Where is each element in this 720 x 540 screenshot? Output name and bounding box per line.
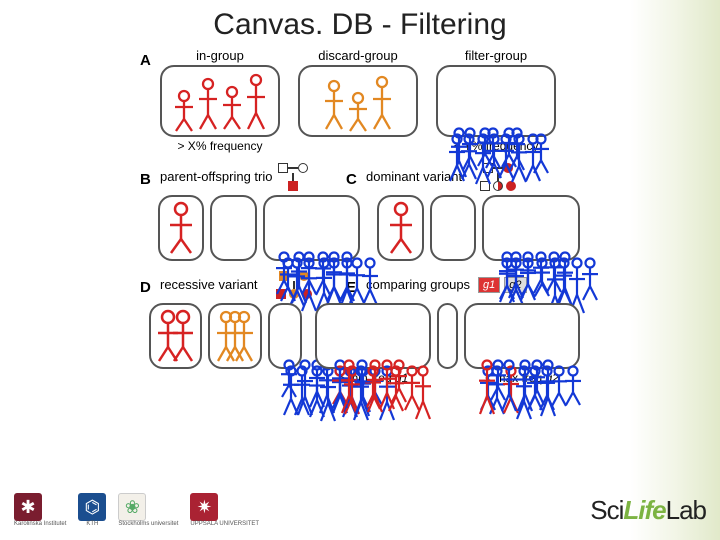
su-label: Stockholms universitet xyxy=(118,521,178,527)
stick-figure xyxy=(371,75,393,133)
stick-figure xyxy=(173,89,195,133)
stick-figure xyxy=(531,133,551,175)
c-filter-box xyxy=(482,195,580,261)
stick-figure xyxy=(413,365,433,421)
pedigree-trio-icon xyxy=(278,163,338,191)
trio-label: parent-offspring trio xyxy=(160,169,278,184)
d-in-box xyxy=(149,303,202,369)
filter-group-box xyxy=(436,65,556,137)
discard-group-label: discard-group xyxy=(318,48,398,63)
scilifelab-logo: SciLifeLab xyxy=(590,495,706,526)
in-group-box xyxy=(160,65,280,137)
panel-label-d: D xyxy=(140,279,154,296)
b-in-box xyxy=(158,195,205,261)
stick-figure xyxy=(168,201,194,257)
comparing-label: comparing groups xyxy=(366,277,478,292)
recessive-label: recessive variant xyxy=(160,277,276,292)
b-filter-box xyxy=(263,195,361,261)
ki-logo-icon: ✱ xyxy=(14,493,42,521)
stick-figure xyxy=(197,77,219,133)
b-discard-box xyxy=(210,195,257,261)
c-in-box xyxy=(377,195,424,261)
panel-label-b: B xyxy=(140,171,154,188)
figure: A in-group > X% frequency discard-group … xyxy=(140,48,580,385)
panel-label-a: A xyxy=(140,52,154,69)
e-g2-box xyxy=(464,303,580,369)
in-group-freq: > X% frequency xyxy=(177,139,262,153)
e-discard-box xyxy=(437,303,458,369)
side-gradient xyxy=(630,0,720,540)
ki-label: Karolinska Institutet xyxy=(14,521,66,527)
footer: ✱Karolinska Institutet ⌬KTH ❀Stockholms … xyxy=(0,486,720,534)
kth-label: KTH xyxy=(78,521,106,527)
uu-logo-icon: ✷ xyxy=(190,493,218,521)
d-filter-box xyxy=(268,303,302,369)
stick-figure xyxy=(507,127,527,172)
uu-label: UPPSALA UNIVERSITET xyxy=(190,521,259,527)
e-g1-box xyxy=(315,303,431,369)
stick-figure xyxy=(221,85,243,133)
page-title: Canvas. DB - Filtering xyxy=(0,8,720,42)
d-discard-box xyxy=(208,303,262,369)
su-logo-icon: ❀ xyxy=(118,493,146,521)
stick-figure xyxy=(555,251,575,308)
panel-label-c: C xyxy=(346,171,360,188)
filter-group-label: filter-group xyxy=(465,48,527,63)
stick-figure xyxy=(580,257,600,302)
stick-figure xyxy=(538,359,558,418)
stick-figure xyxy=(171,309,195,365)
in-group-label: in-group xyxy=(196,48,244,63)
stick-figure xyxy=(233,309,255,365)
stick-figure xyxy=(389,359,409,404)
stick-figure xyxy=(360,257,380,307)
stick-figure xyxy=(563,365,583,407)
stick-figure xyxy=(347,91,369,133)
c-discard-box xyxy=(430,195,477,261)
stick-figure xyxy=(337,251,357,310)
discard-group-box xyxy=(298,65,418,137)
stick-figure xyxy=(388,201,414,257)
affiliation-logos: ✱Karolinska Institutet ⌬KTH ❀Stockholms … xyxy=(14,493,259,527)
stick-figure xyxy=(245,73,267,133)
kth-logo-icon: ⌬ xyxy=(78,493,106,521)
stick-figure xyxy=(323,79,345,133)
